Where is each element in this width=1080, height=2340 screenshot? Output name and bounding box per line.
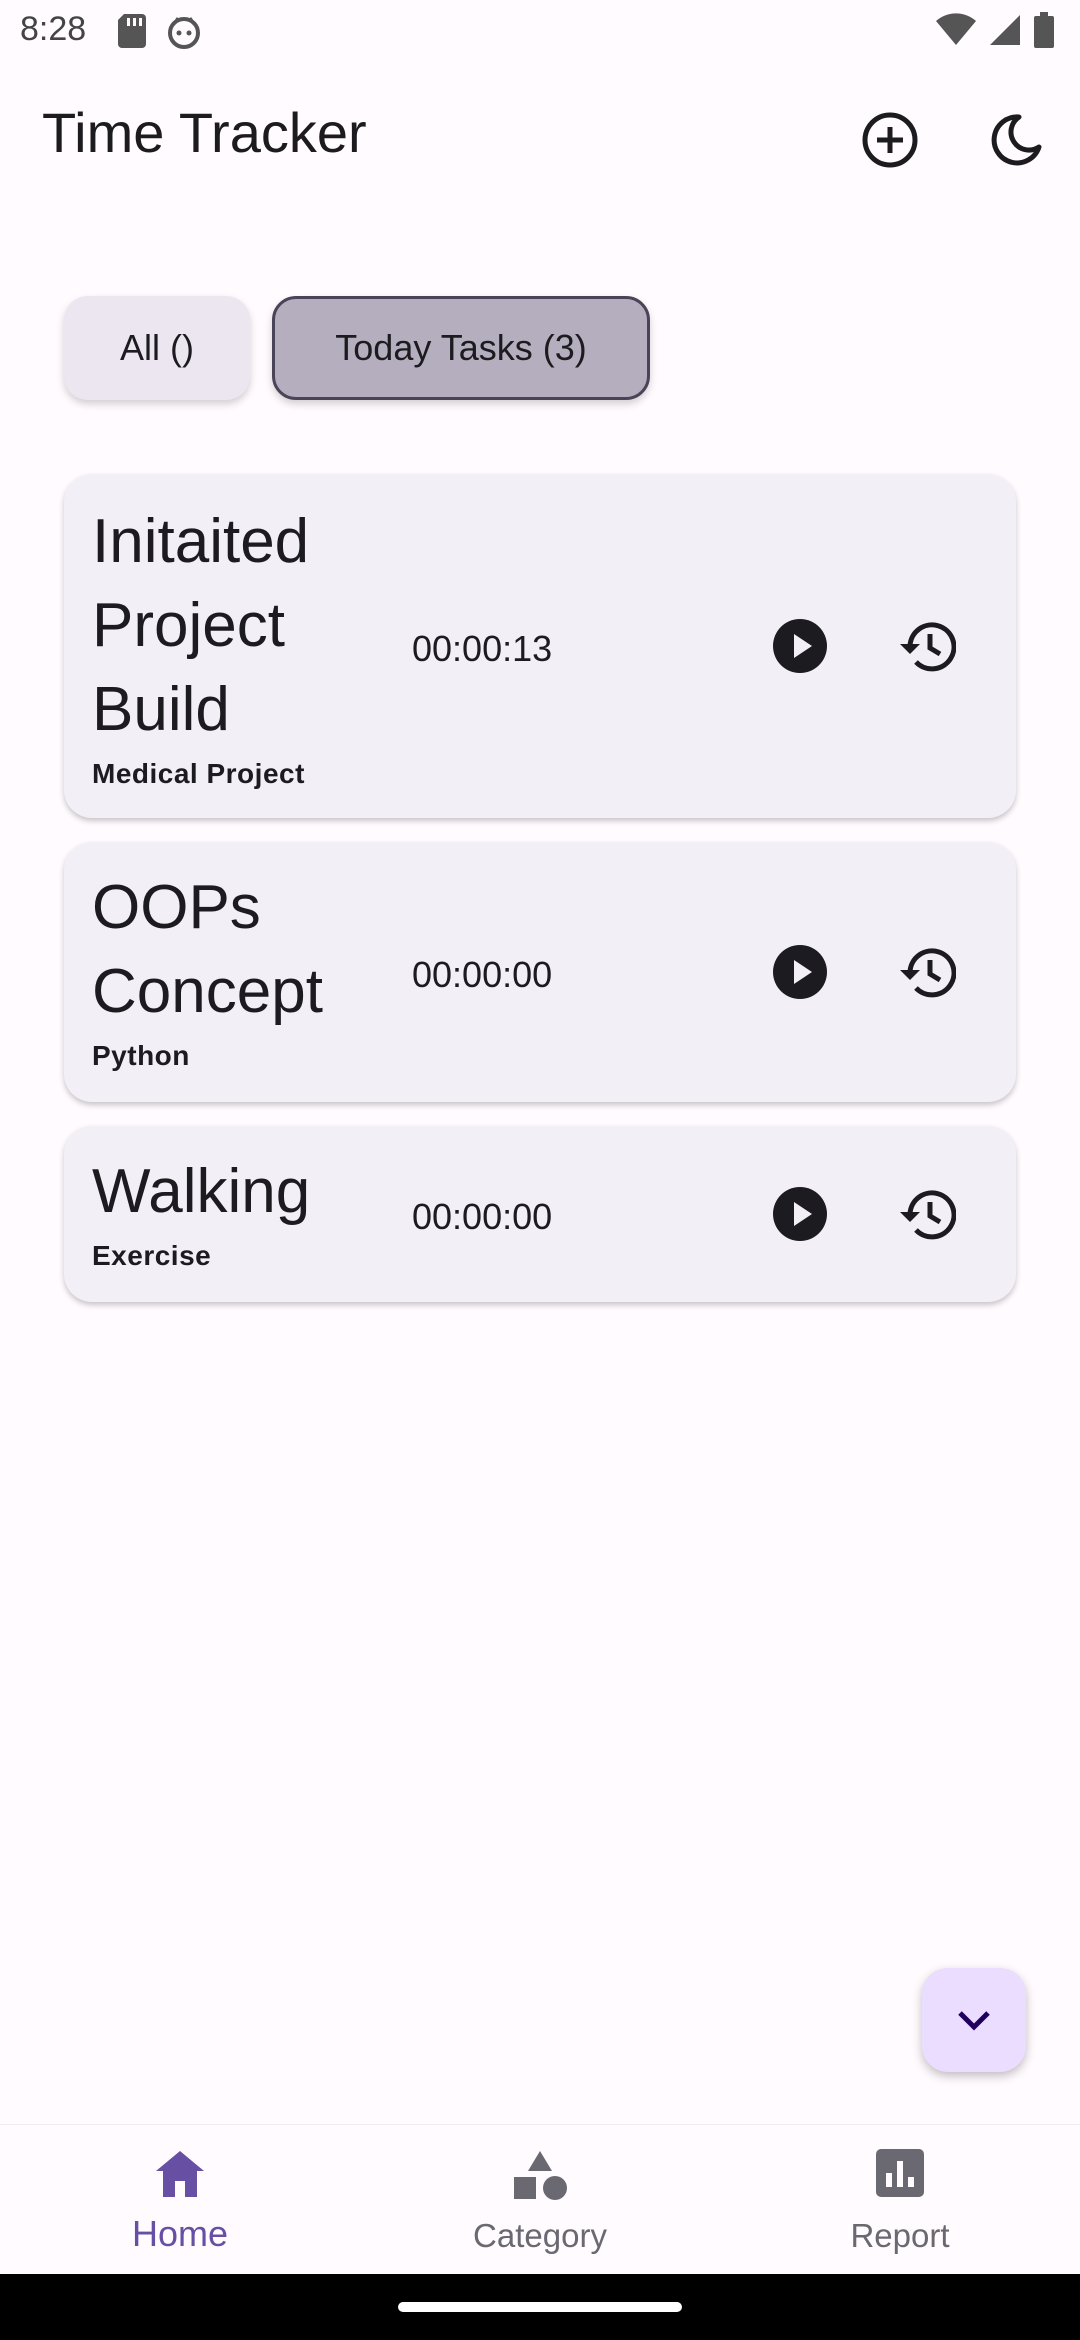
home-gesture-handle[interactable]: [398, 2302, 682, 2312]
add-task-button[interactable]: [850, 100, 930, 180]
start-timer-button[interactable]: [764, 610, 836, 682]
cell-signal-icon: [990, 15, 1020, 45]
task-timer: 00:00:13: [412, 628, 553, 669]
history-icon: [900, 622, 956, 672]
bottom-navigation: Home Category Report: [0, 2124, 1080, 2275]
collapse-fab-button[interactable]: [922, 1968, 1026, 2072]
task-category: Exercise: [92, 1240, 212, 1271]
dark-mode-button[interactable]: [976, 100, 1056, 180]
history-button[interactable]: [890, 610, 962, 682]
wifi-icon: [936, 13, 976, 45]
task-title: Initaited Project Build: [92, 507, 310, 744]
start-timer-button[interactable]: [764, 1178, 836, 1250]
task-title: Walking: [92, 1157, 311, 1226]
history-icon: [900, 948, 956, 998]
report-icon: [876, 2149, 924, 2197]
play-circle-icon: [773, 1187, 827, 1241]
nav-item-report[interactable]: Report: [720, 2125, 1080, 2275]
status-system-icons: [936, 12, 1054, 48]
nav-item-home[interactable]: Home: [0, 2125, 360, 2275]
start-timer-button[interactable]: [764, 936, 836, 1008]
add-circle-icon: [862, 112, 918, 168]
task-title: OOPs Concept: [92, 873, 323, 1026]
nav-label-home: Home: [131, 2213, 229, 2254]
task-card[interactable]: Walking Exercise 00:00:00: [64, 1126, 1016, 1302]
filter-all-chip[interactable]: All (): [64, 296, 250, 400]
home-icon: [156, 2151, 204, 2197]
history-button[interactable]: [890, 1178, 962, 1250]
task-category: Medical Project: [92, 758, 305, 789]
history-icon: [900, 1190, 956, 1240]
task-card[interactable]: Initaited Project Build Medical Project …: [64, 474, 1016, 818]
battery-icon: [1034, 12, 1054, 48]
filter-today-chip[interactable]: Today Tasks (3): [272, 296, 650, 400]
filter-chips: All () Today Tasks (3): [64, 296, 650, 400]
category-icon: [514, 2151, 567, 2200]
moon-icon: [991, 114, 1042, 166]
app-title: Time Tracker: [42, 101, 367, 164]
nav-item-category[interactable]: Category: [360, 2125, 720, 2275]
sd-card-icon: [118, 14, 146, 48]
history-button[interactable]: [890, 936, 962, 1008]
assistant-face-icon: [168, 17, 200, 49]
chevron-down-icon: [958, 2011, 990, 2031]
task-card[interactable]: OOPs Concept Python 00:00:00: [64, 842, 1016, 1102]
nav-label-category: Category: [473, 2217, 607, 2254]
gesture-navigation-bar: [0, 2274, 1080, 2340]
status-notification-icons: [118, 14, 202, 50]
play-circle-icon: [773, 945, 827, 999]
nav-label-report: Report: [850, 2217, 950, 2254]
task-category: Python: [92, 1040, 190, 1071]
status-time: 8:28: [20, 10, 87, 48]
app-bar: Time Tracker: [0, 92, 1080, 192]
task-timer: 00:00:00: [412, 1196, 553, 1237]
task-timer: 00:00:00: [412, 954, 553, 995]
play-circle-icon: [773, 619, 827, 673]
status-bar: 8:28: [0, 0, 1080, 66]
